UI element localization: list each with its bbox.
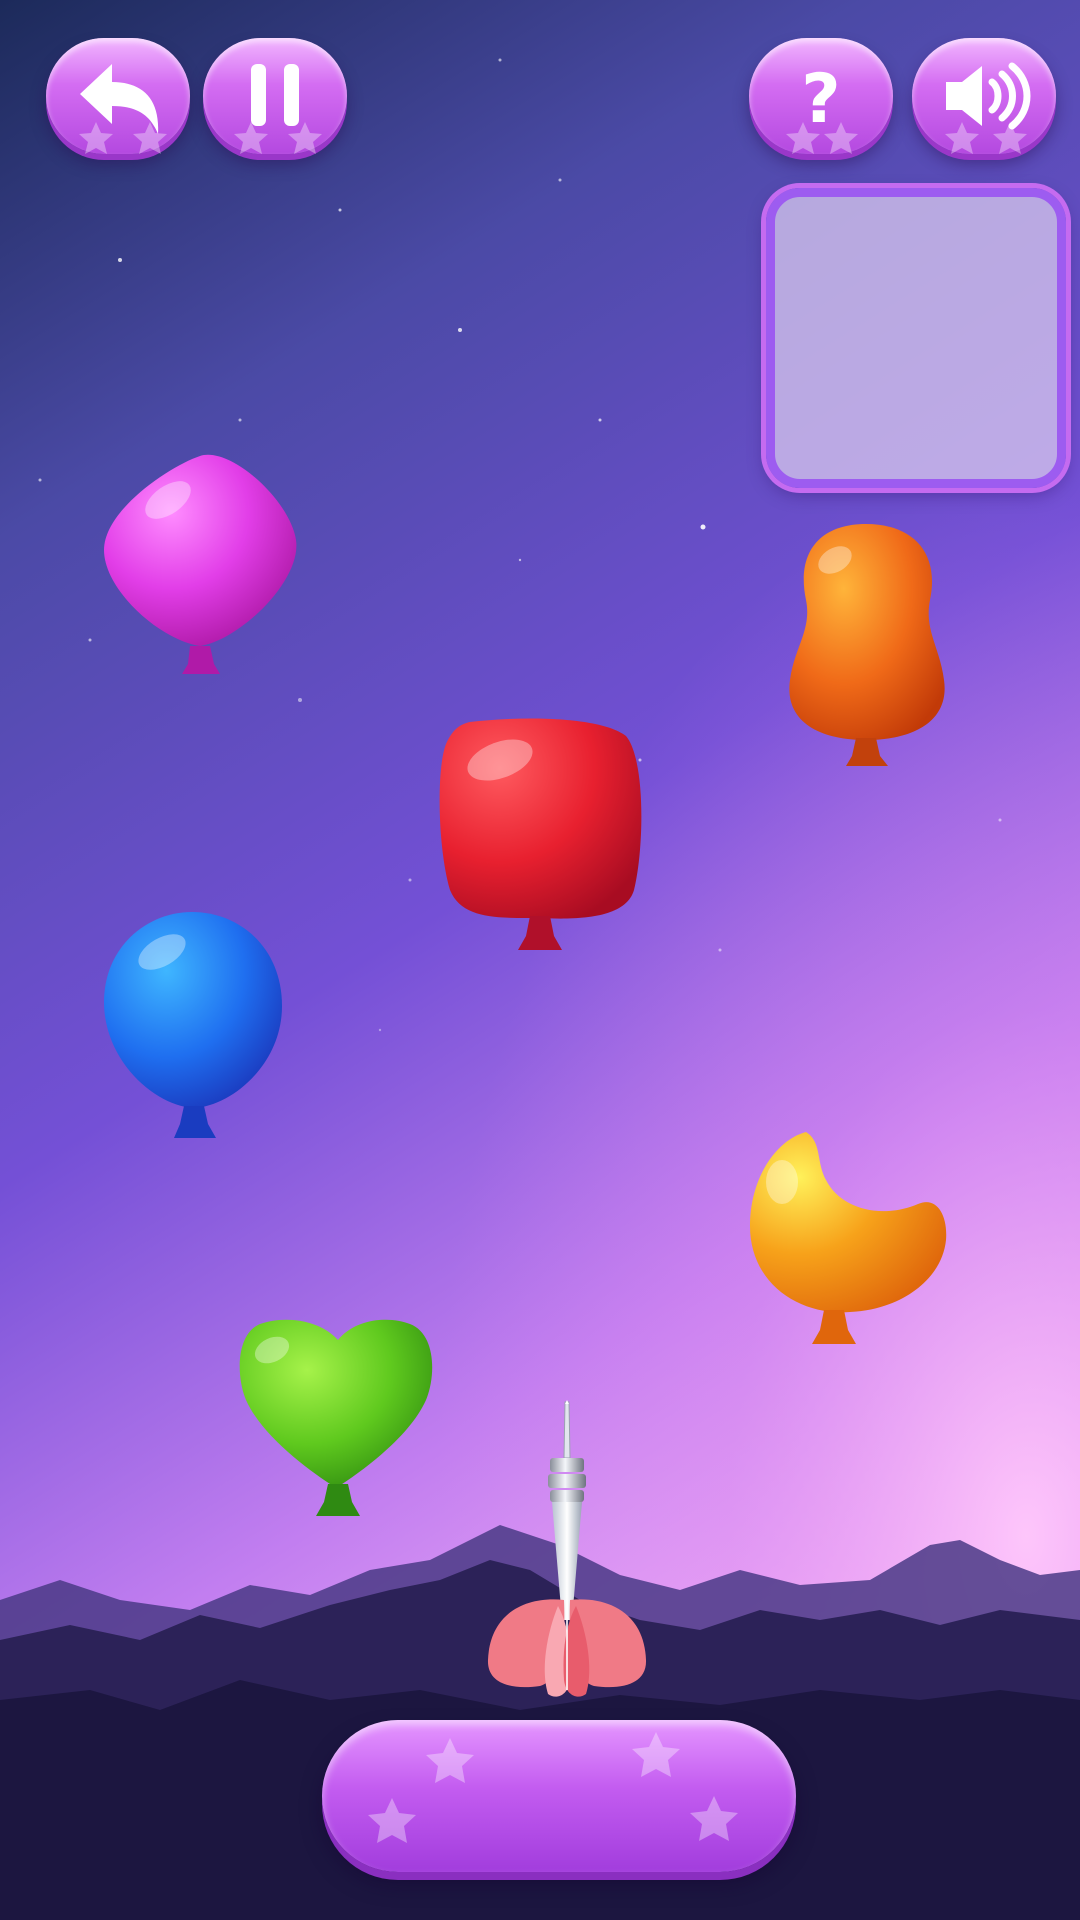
target-preview-panel xyxy=(766,188,1066,488)
stars-decoration xyxy=(368,1732,738,1843)
question-icon: ? xyxy=(786,60,858,154)
back-arrow-icon xyxy=(79,64,167,154)
game-stage: ? xyxy=(0,0,1080,1920)
pause-icon xyxy=(234,64,322,154)
back-button[interactable] xyxy=(46,38,190,154)
help-glyph: ? xyxy=(801,60,840,139)
speaker-icon xyxy=(945,62,1031,154)
help-button[interactable]: ? xyxy=(749,38,893,154)
shoot-button[interactable] xyxy=(322,1720,796,1872)
sound-button[interactable] xyxy=(912,38,1056,154)
pause-button[interactable] xyxy=(203,38,347,154)
